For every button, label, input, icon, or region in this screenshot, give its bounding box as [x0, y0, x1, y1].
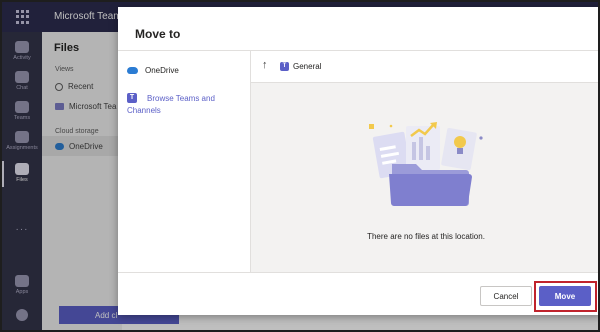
cloud-icon	[127, 67, 138, 74]
current-location-label: General	[293, 62, 322, 71]
dialog-nav-pane: OneDrive T Browse Teams and Channels	[118, 50, 251, 272]
cancel-button[interactable]: Cancel	[480, 286, 532, 306]
empty-folder-illustration	[369, 122, 483, 206]
dialog-title: Move to	[135, 27, 181, 41]
move-to-dialog: Move to OneDrive T Browse Teams and Chan…	[118, 7, 598, 315]
file-list-area: There are no files at this location.	[251, 83, 598, 272]
teams-icon: T	[127, 93, 137, 103]
location-bar: ↑ T General	[251, 50, 598, 83]
move-button-highlight	[534, 281, 597, 312]
empty-state-message: There are no files at this location.	[367, 232, 485, 241]
nav-item-label: Browse Teams and	[147, 94, 215, 103]
nav-item-label-line2: Channels	[127, 106, 161, 115]
up-arrow-icon[interactable]: ↑	[262, 59, 268, 71]
teams-icon: T	[280, 62, 289, 71]
nav-item-label: OneDrive	[145, 66, 179, 75]
dialog-footer: Cancel Move	[118, 272, 598, 315]
window-frame: Microsoft Teams Activity Chat Teams Assi…	[0, 0, 600, 332]
